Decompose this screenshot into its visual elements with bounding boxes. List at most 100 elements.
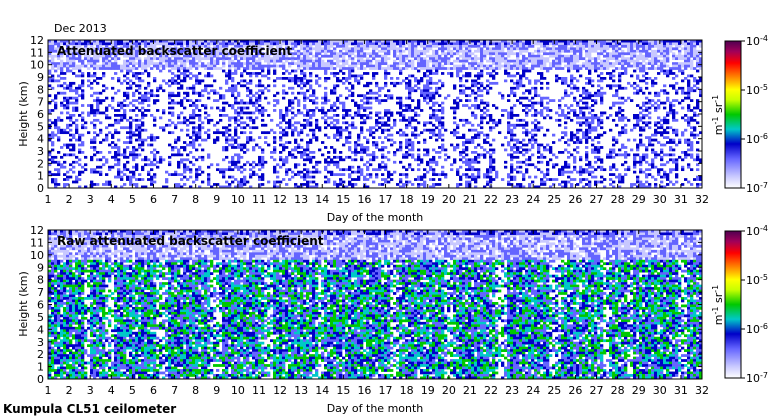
- colorbar-unit: m-1 sr-1: [711, 95, 726, 135]
- colorbar-gradient: [724, 40, 742, 189]
- colorbar-tick-label: 10-5: [746, 83, 768, 98]
- y-tick-label: 7: [37, 286, 44, 299]
- x-tick-label: 21: [463, 193, 477, 206]
- heatmap-field: [48, 40, 703, 189]
- y-tick-label: 11: [30, 46, 44, 59]
- x-tick-label: 4: [108, 193, 115, 206]
- x-tick-label: 9: [213, 193, 220, 206]
- y-tick-label: 5: [37, 311, 44, 324]
- instrument-label: Kumpula CL51 ceilometer: [3, 402, 176, 416]
- colorbar-tick-label: 10-6: [746, 132, 768, 147]
- x-tick-label: 12: [273, 193, 287, 206]
- x-tick-label: 15: [336, 384, 350, 397]
- x-tick-label: 7: [171, 384, 178, 397]
- x-tick-label: 16: [357, 384, 371, 397]
- x-tick-label: 29: [632, 193, 646, 206]
- panel-title: Attenuated backscatter coefficient: [57, 44, 292, 58]
- colorbar-gradient: [724, 230, 742, 379]
- y-tick-label: 9: [37, 261, 44, 274]
- x-tick-label: 15: [336, 193, 350, 206]
- x-tick-label: 28: [611, 384, 625, 397]
- x-tick-label: 8: [192, 384, 199, 397]
- y-axis-label: Height (km): [17, 81, 30, 147]
- panel-title: Raw attenuated backscatter coefficient: [57, 234, 324, 248]
- heatmap-field: [48, 230, 703, 380]
- x-tick-label: 3: [87, 193, 94, 206]
- x-tick-label: 5: [129, 384, 136, 397]
- colorbar-tick-label: 10-7: [746, 371, 768, 386]
- y-tick-label: 1: [37, 170, 44, 183]
- y-tick-label: 3: [37, 145, 44, 158]
- y-tick-label: 3: [37, 336, 44, 349]
- y-tick-label: 10: [30, 249, 44, 262]
- colorbar-tick-label: 10-6: [746, 322, 768, 337]
- y-tick-label: 0: [37, 373, 44, 386]
- x-tick-label: 3: [87, 384, 94, 397]
- ceilometer-figure: Dec 2013 Attenuated backscatter coeffici…: [3, 22, 768, 416]
- x-tick-label: 25: [547, 193, 561, 206]
- y-tick-label: 2: [37, 348, 44, 361]
- x-tick-label: 21: [463, 384, 477, 397]
- x-tick-label: 4: [108, 384, 115, 397]
- x-tick-label: 31: [674, 384, 688, 397]
- x-tick-label: 9: [213, 384, 220, 397]
- panel-raw-attenuated-backscatter: Raw attenuated backscatter coefficient 0…: [17, 224, 768, 416]
- x-tick-label: 14: [315, 384, 329, 397]
- x-tick-label: 12: [273, 384, 287, 397]
- y-tick-label: 4: [37, 133, 44, 146]
- x-tick-label: 24: [526, 384, 540, 397]
- x-tick-label: 8: [192, 193, 199, 206]
- x-tick-label: 17: [379, 193, 393, 206]
- x-tick-label: 16: [357, 193, 371, 206]
- colorbar-ticks: 10-7 10-6 10-5 10-4: [741, 34, 768, 196]
- x-tick-label: 6: [150, 384, 157, 397]
- y-axis-label: Height (km): [17, 271, 30, 337]
- colorbar-tick-label: 10-4: [746, 34, 768, 49]
- x-tick-label: 22: [484, 384, 498, 397]
- date-label: Dec 2013: [54, 22, 107, 35]
- y-tick-label: 7: [37, 96, 44, 109]
- colorbar-ticks: 10-7 10-6 10-5 10-4: [741, 224, 768, 386]
- y-tick-label: 8: [37, 83, 44, 96]
- x-axis-label: Day of the month: [327, 402, 424, 415]
- x-tick-label: 1: [45, 193, 52, 206]
- x-tick-label: 14: [315, 193, 329, 206]
- x-tick-label: 2: [66, 384, 73, 397]
- x-tick-label: 7: [171, 193, 178, 206]
- x-tick-label: 18: [400, 384, 414, 397]
- x-tick-label: 26: [568, 384, 582, 397]
- colorbar-unit: m-1 sr-1: [711, 285, 726, 325]
- colorbar-tick-label: 10-5: [746, 273, 768, 288]
- x-tick-label: 23: [505, 384, 519, 397]
- x-tick-label: 30: [653, 384, 667, 397]
- y-tick-label: 1: [37, 361, 44, 374]
- x-tick-label: 17: [379, 384, 393, 397]
- x-tick-label: 2: [66, 193, 73, 206]
- x-tick-label: 31: [674, 193, 688, 206]
- y-tick-label: 9: [37, 71, 44, 84]
- x-tick-label: 25: [547, 384, 561, 397]
- x-tick-label: 13: [294, 384, 308, 397]
- x-tick-label: 11: [252, 384, 266, 397]
- colorbar: 10-7 10-6 10-5 10-4 m-1 sr-1: [711, 34, 768, 196]
- x-tick-label: 6: [150, 193, 157, 206]
- colorbar: 10-7 10-6 10-5 10-4 m-1 sr-1: [711, 224, 768, 386]
- y-tick-label: 6: [37, 108, 44, 121]
- x-tick-label: 10: [231, 384, 245, 397]
- x-tick-label: 27: [590, 193, 604, 206]
- x-tick-label: 23: [505, 193, 519, 206]
- y-tick-label: 5: [37, 120, 44, 133]
- y-tick-label: 12: [30, 34, 44, 47]
- x-tick-label: 27: [590, 384, 604, 397]
- x-tick-label: 20: [442, 193, 456, 206]
- colorbar-tick-label: 10-7: [746, 181, 768, 196]
- x-tick-label: 10: [231, 193, 245, 206]
- y-tick-label: 8: [37, 274, 44, 287]
- y-tick-label: 6: [37, 299, 44, 312]
- x-tick-label: 26: [568, 193, 582, 206]
- x-tick-label: 32: [695, 193, 709, 206]
- x-tick-label: 13: [294, 193, 308, 206]
- y-tick-label: 4: [37, 323, 44, 336]
- y-tick-label: 10: [30, 59, 44, 72]
- x-tick-label: 1: [45, 384, 52, 397]
